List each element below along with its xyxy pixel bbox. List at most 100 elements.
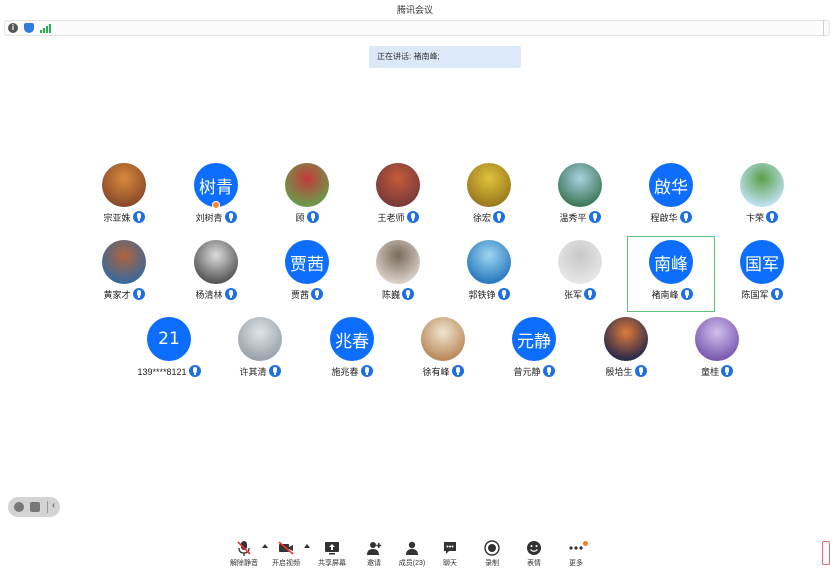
participant-tile[interactable]: 南峰 褚南峰 (627, 236, 715, 312)
participant-avatar[interactable] (604, 317, 648, 361)
participant-name-row: 程啟华 (627, 211, 715, 224)
participant-avatar[interactable] (194, 240, 238, 284)
participant-name-row: 殷垥生 (582, 365, 670, 378)
avatar-initials: 南峰 (654, 254, 688, 275)
security-shield-icon[interactable] (24, 23, 34, 33)
participant-avatar[interactable] (238, 317, 282, 361)
participant-tile[interactable]: 王老师 (354, 159, 442, 235)
mic-icon (188, 365, 201, 377)
participant-avatar[interactable] (102, 163, 146, 207)
participant-avatar[interactable] (421, 317, 465, 361)
avatar-initials: 元静 (517, 331, 551, 352)
avatar-initials: 21 (158, 329, 180, 349)
participant-avatar[interactable] (376, 163, 420, 207)
participant-name: 郭铁铮 (468, 290, 496, 300)
participant-tile[interactable]: 顾 (263, 159, 351, 235)
participant-tile[interactable]: 黄家才 (80, 236, 168, 312)
participant-tile[interactable]: 元静 曾元静 (490, 313, 578, 389)
participant-name-row: 杨清林 (172, 288, 260, 301)
participant-tile[interactable]: 国军 陈国军 (718, 236, 806, 312)
participant-tile[interactable]: 杨清林 (172, 236, 260, 312)
side-panel-handle[interactable] (822, 541, 830, 565)
participant-avatar[interactable] (740, 163, 784, 207)
mic-icon (588, 211, 601, 223)
participant-avatar[interactable]: 元静 (512, 317, 556, 361)
participant-name: 徐宏 (472, 213, 491, 223)
participant-tile[interactable]: 徐有峰 (399, 313, 487, 389)
emoji-icon[interactable] (14, 502, 24, 512)
participant-avatar[interactable] (558, 240, 602, 284)
record-button[interactable]: 录制 (470, 540, 514, 570)
chat-bubble-icon[interactable] (30, 502, 40, 512)
participant-tile[interactable]: 树青 刘树青 (172, 159, 260, 235)
more-button[interactable]: 更多 (554, 540, 598, 570)
participant-name: 陈国军 (741, 290, 769, 300)
participant-avatar[interactable] (102, 240, 146, 284)
info-icon[interactable]: i (8, 23, 18, 33)
smiley-icon (527, 541, 541, 555)
participant-tile[interactable]: 啟华 程啟华 (627, 159, 715, 235)
participant-name-row: 施兆春 (308, 365, 396, 378)
participant-tile[interactable]: 宗亚姝 (80, 159, 168, 235)
participant-tile[interactable]: 温秀平 (536, 159, 624, 235)
participant-tile[interactable]: 卞荣 (718, 159, 806, 235)
chevron-left-icon[interactable]: ‹ (52, 500, 55, 511)
participant-name-row: 许其清 (216, 365, 304, 378)
mic-icon (542, 365, 555, 377)
window-title: 腾讯会议 (396, 5, 433, 15)
start-video-button[interactable]: 开启视频 (264, 540, 308, 570)
camera-off-icon (278, 541, 294, 555)
chat-button[interactable]: 聊天 (428, 540, 472, 570)
mic-icon (402, 288, 414, 300)
mic-icon (679, 211, 692, 223)
participant-name: 王老师 (377, 213, 405, 223)
start-video-label: 开启视频 (272, 560, 300, 567)
participant-avatar[interactable]: 贾茜 (285, 240, 329, 284)
participant-name-row: 陈巍 (354, 288, 442, 301)
info-bar-edge (823, 20, 829, 36)
participant-avatar[interactable] (558, 163, 602, 207)
participant-tile[interactable]: 徐宏 (445, 159, 533, 235)
participant-tile[interactable]: 兆春施兆春 (308, 313, 396, 389)
participant-avatar[interactable]: 兆春 (330, 317, 374, 361)
participant-avatar[interactable] (467, 163, 511, 207)
participant-tile[interactable]: 许其清 (216, 313, 304, 389)
participant-tile[interactable]: 陈巍 (354, 236, 442, 312)
mic-icon (132, 288, 145, 300)
reactions-button[interactable]: 表情 (512, 540, 556, 570)
avatar-initials: 兆春 (335, 331, 369, 352)
participant-name: 杨清林 (195, 290, 223, 300)
participant-tile[interactable]: 童桂 (673, 313, 761, 389)
avatar-initials: 啟华 (654, 177, 688, 198)
participant-name-row: 贾茜 (263, 288, 351, 301)
participant-tile[interactable]: 贾茜 贾茜 (263, 236, 351, 312)
participant-avatar[interactable]: 南峰 (649, 240, 693, 284)
network-signal-icon[interactable] (40, 23, 51, 33)
unmute-button[interactable]: 解除静音 (222, 540, 266, 570)
participant-name-row: 温秀平 (536, 211, 624, 224)
participant-tile[interactable]: 张军 (536, 236, 624, 312)
participant-tile[interactable]: 殷垥生 (582, 313, 670, 389)
participant-avatar[interactable] (285, 163, 329, 207)
participant-name: 顾 (295, 213, 305, 223)
chat-label: 聊天 (443, 560, 457, 567)
participant-tile[interactable]: 郭铁铮 (445, 236, 533, 312)
participant-name: 童桂 (700, 367, 719, 377)
mic-muted-icon (237, 541, 251, 556)
chat-icon (444, 542, 456, 554)
participant-avatar[interactable] (376, 240, 420, 284)
share-screen-button[interactable]: 共享屏幕 (310, 540, 354, 570)
mic-icon (360, 365, 373, 377)
mic-icon (497, 288, 510, 300)
floating-control-bar[interactable]: ‹ (8, 497, 60, 517)
participant-avatar[interactable] (467, 240, 511, 284)
participant-name: 贾茜 (290, 290, 309, 300)
participant-name: 施兆春 (331, 367, 359, 377)
reactions-label: 表情 (527, 560, 541, 567)
participant-avatar[interactable]: 啟华 (649, 163, 693, 207)
participant-avatar[interactable] (695, 317, 739, 361)
participant-name-row: 徐有峰 (399, 365, 487, 378)
participant-tile[interactable]: 21 139****8121 (125, 313, 213, 389)
participant-avatar[interactable]: 国军 (740, 240, 784, 284)
participant-avatar[interactable]: 21 (147, 317, 191, 361)
